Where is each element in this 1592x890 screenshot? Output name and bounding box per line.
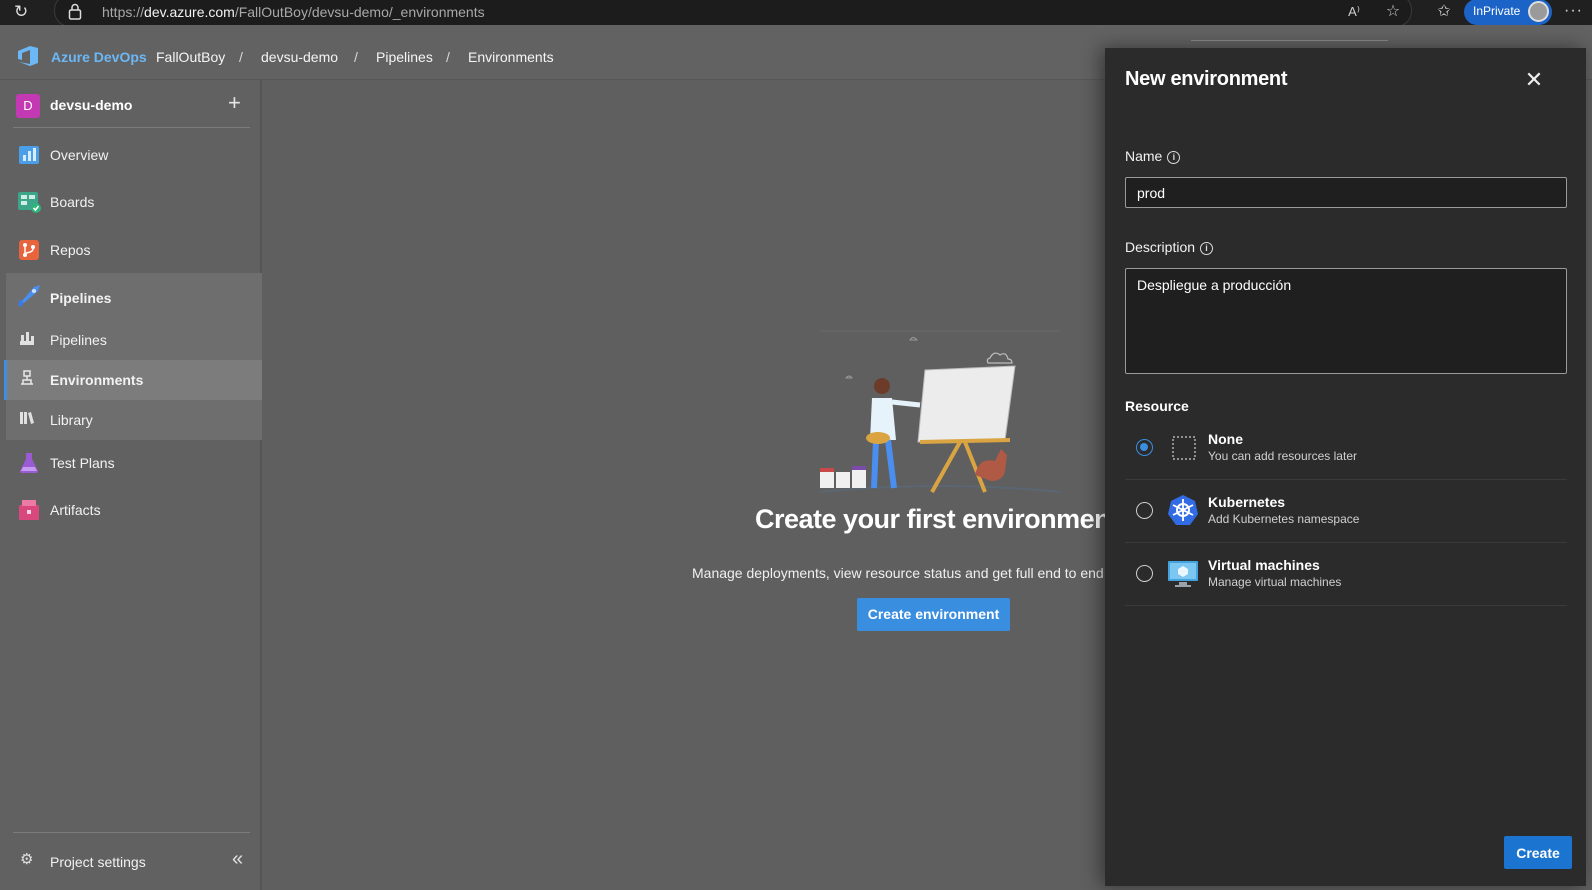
url-text[interactable]: https://dev.azure.com/FallOutBoy/devsu-d… (102, 4, 485, 20)
sidebar-item-pipelines[interactable]: Pipelines (6, 273, 262, 320)
name-label-row: Name i (1125, 148, 1181, 164)
resource-title: Virtual machines (1208, 557, 1320, 573)
repos-icon (19, 240, 39, 260)
breadcrumb-pipelines[interactable]: Pipelines (376, 49, 433, 65)
resource-subtitle: Manage virtual machines (1208, 575, 1342, 589)
project-settings-label: Project settings (50, 854, 146, 870)
brand-name[interactable]: Azure DevOps (51, 49, 147, 65)
sidebar-item-overview[interactable]: Overview (6, 135, 262, 175)
resource-option-kubernetes[interactable]: Kubernetes Add Kubernetes namespace (1125, 480, 1567, 543)
add-icon[interactable]: + (228, 91, 241, 115)
pipelines-sub-icon (20, 332, 34, 345)
sidebar-subitem-pipelines[interactable]: Pipelines (6, 320, 262, 360)
gear-icon: ⚙ (20, 851, 34, 868)
resource-subtitle: Add Kubernetes namespace (1208, 512, 1360, 526)
project-header: D devsu-demo + (13, 91, 253, 125)
sidebar-item-label: Test Plans (50, 455, 115, 471)
create-environment-button[interactable]: Create environment (857, 598, 1010, 631)
resource-option-virtual-machines[interactable]: Virtual machines Manage virtual machines (1125, 543, 1567, 606)
test-plans-icon (20, 453, 38, 473)
resource-label: Resource (1125, 398, 1189, 414)
profile-avatar (1528, 1, 1549, 22)
collapse-sidebar-icon[interactable]: « (232, 848, 243, 871)
sidebar-item-repos[interactable]: Repos (6, 230, 262, 270)
sidebar-item-label: Pipelines (50, 332, 107, 348)
favorites-icon[interactable]: ✩ (1434, 2, 1454, 22)
resource-option-none[interactable]: None You can add resources later (1125, 417, 1567, 480)
sidebar-item-boards[interactable]: Boards (6, 182, 262, 222)
project-name[interactable]: devsu-demo (50, 97, 132, 113)
empty-state-description: Manage deployments, view resource status… (692, 565, 1104, 581)
empty-state-title: Create your first environment (755, 504, 1119, 534)
library-icon (20, 412, 34, 424)
resource-title: Kubernetes (1208, 494, 1286, 510)
boards-icon (18, 192, 41, 213)
description-label-row: Description i (1125, 239, 1214, 255)
new-environment-panel: New environment ✕ Namei Descriptioni Des… (1105, 48, 1586, 886)
breadcrumb-separator: / (446, 49, 450, 65)
radio-virtual-machines[interactable] (1136, 565, 1153, 582)
radio-none[interactable] (1136, 439, 1153, 456)
overview-icon (19, 146, 39, 164)
name-label: Name (1125, 148, 1163, 164)
radio-kubernetes[interactable] (1136, 502, 1153, 519)
sidebar-item-label: Artifacts (50, 502, 101, 518)
sidebar-item-label: Library (50, 412, 93, 428)
inprivate-badge[interactable]: InPrivate (1464, 0, 1552, 25)
sidebar-item-label: Repos (50, 242, 91, 258)
close-icon[interactable]: ✕ (1522, 68, 1546, 92)
environments-icon (21, 370, 33, 385)
kubernetes-icon (1168, 495, 1198, 525)
sidebar-divider (13, 127, 250, 128)
sidebar-item-label: Environments (50, 372, 144, 388)
resource-subtitle: You can add resources later (1208, 449, 1357, 463)
virtual-machine-icon (1168, 561, 1198, 587)
sidebar-subitem-library[interactable]: Library (6, 400, 262, 440)
breadcrumb-separator: / (354, 49, 358, 65)
info-icon[interactable]: i (1167, 151, 1181, 164)
read-aloud-icon[interactable]: A⁾ (1344, 2, 1364, 22)
artifacts-icon (19, 500, 39, 520)
sidebar-item-label: Pipelines (50, 290, 112, 306)
favorite-star-icon[interactable]: ☆ (1383, 2, 1403, 22)
header-search-box[interactable] (1191, 40, 1388, 41)
sidebar-subitem-environments[interactable]: Environments (4, 360, 262, 400)
sidebar-item-artifacts[interactable]: Artifacts (6, 490, 262, 530)
reload-icon[interactable]: ↻ (14, 2, 34, 22)
azure-devops-logo-icon[interactable] (16, 45, 40, 67)
sidebar-divider (13, 832, 250, 833)
breadcrumb-project[interactable]: devsu-demo (261, 49, 338, 65)
painter-illustration (820, 330, 1060, 493)
lock-icon[interactable] (68, 3, 82, 21)
pipelines-icon (18, 285, 40, 307)
sidebar-item-label: Boards (50, 194, 95, 210)
breadcrumb-separator: / (239, 49, 243, 65)
more-options-icon[interactable]: ··· (1564, 2, 1583, 20)
description-label: Description (1125, 239, 1196, 255)
dashed-box-icon (1172, 436, 1196, 460)
breadcrumb-environments[interactable]: Environments (468, 49, 554, 65)
create-button[interactable]: Create (1504, 836, 1572, 869)
browser-toolbar: ↻ https://dev.azure.com/FallOutBoy/devsu… (0, 0, 1592, 27)
description-input[interactable]: Despliegue a producción (1125, 268, 1567, 374)
name-input[interactable] (1125, 177, 1567, 208)
breadcrumb-organization[interactable]: FallOutBoy (156, 49, 225, 65)
info-icon[interactable]: i (1200, 242, 1214, 255)
project-avatar[interactable]: D (16, 94, 40, 118)
sidebar: D devsu-demo + Overview Boards Repos Pip… (0, 80, 262, 890)
sidebar-item-test-plans[interactable]: Test Plans (6, 443, 262, 483)
project-settings-link[interactable]: ⚙ Project settings « (6, 842, 262, 882)
sidebar-item-label: Overview (50, 147, 109, 163)
inprivate-label: InPrivate (1473, 4, 1521, 18)
resource-title: None (1208, 431, 1243, 447)
panel-title: New environment (1125, 68, 1288, 90)
